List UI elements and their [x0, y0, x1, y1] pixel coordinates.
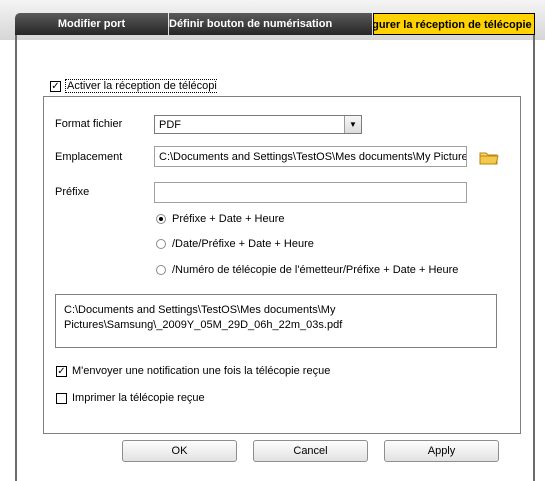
enable-fax-receive-checkbox[interactable]: ✓ — [50, 81, 61, 92]
ok-button[interactable]: OK — [122, 440, 237, 462]
radio-sender-number-folder[interactable] — [156, 265, 166, 275]
check-icon: ✓ — [51, 81, 60, 92]
apply-button[interactable]: Apply — [384, 440, 499, 462]
radio-prefix-date-time[interactable] — [156, 214, 166, 224]
print-label[interactable]: Imprimer la télécopie reçue — [72, 391, 205, 405]
tab-label: Configurer la réception de télécopie — [373, 19, 532, 31]
folder-icon[interactable] — [479, 150, 499, 166]
radio-date-folder[interactable] — [156, 239, 166, 249]
frame-border-right — [533, 35, 535, 481]
print-checkbox[interactable] — [56, 393, 67, 404]
chevron-down-icon[interactable]: ▼ — [344, 116, 361, 133]
location-label: Emplacement — [55, 151, 123, 163]
radio-label[interactable]: Préfixe + Date + Heure — [172, 212, 285, 226]
path-preview-line: Pictures\Samsung\_2009Y_05M_29D_06h_22m_… — [64, 319, 343, 331]
prefix-input[interactable] — [154, 182, 467, 203]
check-icon: ✓ — [57, 366, 66, 377]
tab-fax-receive[interactable]: Configurer la réception de télécopie — [373, 13, 535, 35]
enable-fax-receive-label[interactable]: Activer la réception de télécopie — [65, 79, 217, 93]
radio-label[interactable]: /Date/Préfixe + Date + Heure — [172, 237, 314, 251]
cancel-button[interactable]: Cancel — [253, 440, 368, 462]
radio-label[interactable]: /Numéro de télécopie de l'émetteur/Préfi… — [172, 263, 458, 277]
format-label: Format fichier — [55, 118, 123, 130]
tab-label: Modifier port — [57, 18, 126, 30]
prefix-label: Préfixe — [55, 186, 90, 198]
path-preview-line: C:\Documents and Settings\TestOS\Mes doc… — [64, 304, 336, 316]
tab-label: Définir bouton de numérisation — [169, 18, 333, 30]
location-input[interactable]: C:\Documents and Settings\TestOS\Mes doc… — [154, 146, 467, 167]
location-value: C:\Documents and Settings\TestOS\Mes doc… — [159, 151, 467, 163]
tab-modify-port[interactable]: Modifier port — [15, 13, 168, 35]
tab-scan-button[interactable]: Définir bouton de numérisation — [169, 13, 372, 35]
notify-checkbox[interactable]: ✓ — [56, 366, 67, 377]
path-preview: C:\Documents and Settings\TestOS\Mes doc… — [55, 294, 497, 348]
tab-bar: Modifier port Définir bouton de numérisa… — [0, 0, 545, 40]
format-value: PDF — [159, 119, 181, 131]
frame-border-left — [15, 35, 17, 481]
notify-label[interactable]: M'envoyer une notification une fois la t… — [72, 364, 330, 378]
format-select[interactable]: PDF ▼ — [154, 115, 362, 134]
